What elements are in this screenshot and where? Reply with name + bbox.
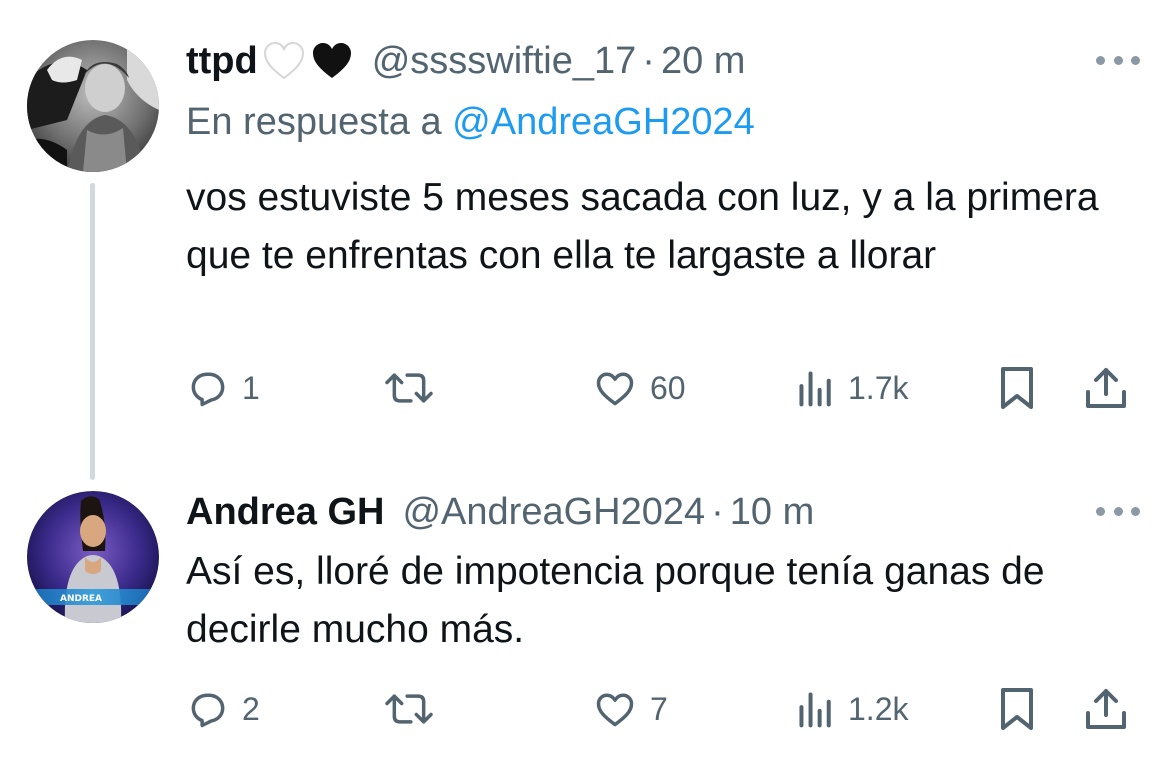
bookmark-icon xyxy=(1001,688,1033,730)
tweet-reply[interactable]: ttpd @sssswiftie_17 · 20 m En respuesta … xyxy=(0,0,1170,480)
like-count: 7 xyxy=(650,690,668,727)
avatar[interactable] xyxy=(27,40,159,172)
retweet-button[interactable] xyxy=(383,360,435,416)
like-button[interactable]: 60 xyxy=(592,360,686,416)
heart-icon xyxy=(596,693,634,727)
handle[interactable]: @AndreaGH2024 xyxy=(402,487,705,537)
reply-context: En respuesta a @AndreaGH2024 xyxy=(186,97,755,147)
action-bar: 1 60 1.7k xyxy=(186,360,1140,416)
share-icon xyxy=(1086,689,1126,729)
display-name[interactable]: ttpd xyxy=(186,36,258,86)
more-options-icon[interactable] xyxy=(1096,50,1140,70)
black-heart-icon xyxy=(310,41,354,81)
retweet-icon xyxy=(385,373,433,403)
handle[interactable]: @sssswiftie_17 xyxy=(372,36,637,86)
avatar-label: ANDREA xyxy=(60,594,102,604)
bookmark-button[interactable] xyxy=(997,681,1037,737)
avatar[interactable]: ANDREA xyxy=(27,491,159,623)
reply-mention-link[interactable]: @AndreaGH2024 xyxy=(452,101,755,143)
timestamp[interactable]: 20 m xyxy=(661,36,745,86)
tweet-header: Andrea GH @AndreaGH2024 · 10 m xyxy=(186,487,1080,537)
avatar-image: ANDREA xyxy=(27,491,159,623)
analytics-icon xyxy=(799,371,831,407)
timestamp[interactable]: 10 m xyxy=(730,487,814,537)
share-button[interactable] xyxy=(1082,681,1130,737)
separator-dot: · xyxy=(642,40,655,82)
bookmark-button[interactable] xyxy=(997,360,1037,416)
reply-prefix: En respuesta a xyxy=(186,101,442,143)
heart-icon xyxy=(596,372,634,406)
more-options-icon[interactable] xyxy=(1096,501,1140,521)
avatar-image xyxy=(27,40,159,172)
thread-line xyxy=(90,183,95,480)
reply-icon xyxy=(191,372,225,407)
analytics-icon xyxy=(799,692,831,728)
like-button[interactable]: 7 xyxy=(592,681,668,737)
views-button[interactable]: 1.2k xyxy=(796,681,908,737)
display-name[interactable]: Andrea GH xyxy=(186,487,384,537)
views-count: 1.7k xyxy=(848,369,909,406)
views-button[interactable]: 1.7k xyxy=(796,360,908,416)
reply-count: 2 xyxy=(242,690,260,727)
reply-button[interactable]: 1 xyxy=(186,360,260,416)
like-count: 60 xyxy=(650,369,686,406)
retweet-icon xyxy=(385,694,433,724)
white-heart-icon xyxy=(262,41,306,81)
tweet-header: ttpd @sssswiftie_17 · 20 m xyxy=(186,36,1080,86)
tweet-text: Así es, lloré de impotencia porque tenía… xyxy=(186,550,1045,651)
tweet-reply[interactable]: ANDREA Andrea GH @AndreaGH2024 · 10 m As… xyxy=(0,460,1170,763)
reply-count: 1 xyxy=(242,369,260,406)
share-icon xyxy=(1086,368,1126,408)
reply-button[interactable]: 2 xyxy=(186,681,260,737)
action-bar: 2 7 1.2k xyxy=(186,681,1140,737)
views-count: 1.2k xyxy=(848,690,909,727)
separator-dot: · xyxy=(711,491,724,533)
retweet-button[interactable] xyxy=(383,681,435,737)
share-button[interactable] xyxy=(1082,360,1130,416)
bookmark-icon xyxy=(1001,367,1033,409)
tweet-text: vos estuviste 5 meses sacada con luz, y … xyxy=(186,176,1099,277)
reply-icon xyxy=(191,693,225,728)
